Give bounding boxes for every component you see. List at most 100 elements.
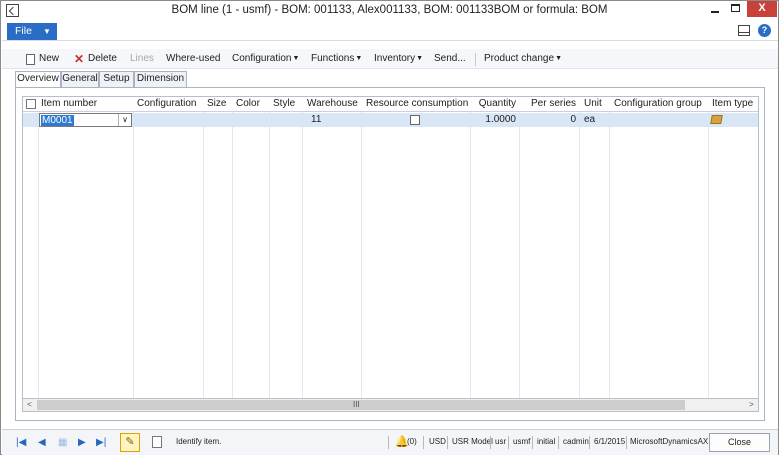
minimize-button[interactable] [704,1,726,17]
item-type-icon [710,115,723,124]
notification-count[interactable]: (0) [407,437,417,446]
scroll-right-icon[interactable]: > [745,399,758,411]
horizontal-scrollbar[interactable]: < III > [22,398,759,412]
model-indicator[interactable]: USR Model [452,437,493,446]
delete-button[interactable]: Delete [88,53,117,64]
column-header-quantity[interactable]: Quantity [471,98,516,109]
column-divider [609,97,610,399]
send-button[interactable]: Send... [434,53,466,64]
functions-menu-label: Functions [311,53,355,64]
close-button[interactable]: Close [709,433,770,452]
column-divider [232,97,233,399]
file-menu-label: File [15,25,32,37]
column-divider [361,97,362,399]
last-record-icon[interactable]: ▶| [96,437,106,448]
column-header-color[interactable]: Color [236,98,260,109]
column-header-per-series[interactable]: Per series [520,98,576,109]
new-button[interactable]: New [39,53,59,64]
column-header-item-number[interactable]: Item number [41,98,97,109]
tab-overview[interactable]: Overview [15,71,61,88]
status-bar: |◀ ◀ ▦ ▶ ▶| ✎ Identify item. 🔔 (0) USD U… [2,429,778,455]
column-header-size[interactable]: Size [207,98,226,109]
pencil-icon: ✎ [125,436,135,448]
chevron-down-icon: ▼ [416,55,424,62]
product-change-menu[interactable]: Product change▼ [484,53,562,64]
functions-menu[interactable]: Functions▼ [311,53,362,64]
first-record-icon[interactable]: |◀ [16,437,26,448]
edit-mode-button[interactable]: ✎ [120,433,140,452]
new-icon [26,54,35,65]
column-header-warehouse[interactable]: Warehouse [307,98,358,109]
next-record-icon[interactable]: ▶ [78,437,86,448]
status-divider [447,436,448,449]
status-divider [490,436,491,449]
file-menu-button[interactable]: File ▼ [7,23,57,40]
bom-line-window: BOM line (1 - usmf) - BOM: 001133, Alex0… [0,0,779,455]
layer-indicator[interactable]: usr [495,437,506,446]
tab-setup[interactable]: Setup [99,71,134,87]
chevron-down-icon: ▼ [555,55,562,62]
unit-cell[interactable]: ea [584,114,595,125]
document-icon[interactable] [152,436,162,448]
records-icon[interactable]: ▦ [58,437,67,448]
maximize-button[interactable] [725,1,747,17]
status-help-text: Identify item. [176,437,222,446]
scrollbar-thumb[interactable]: III [37,400,685,410]
tab-dimension[interactable]: Dimension [134,71,187,87]
title-bar: BOM line (1 - usmf) - BOM: 001133, Alex0… [1,1,778,21]
product-change-menu-label: Product change [484,53,555,64]
session-date[interactable]: 6/1/2015 [594,437,625,446]
currency-indicator[interactable]: USD [429,437,446,446]
column-divider [302,97,303,399]
scroll-left-icon[interactable]: < [23,399,36,411]
column-divider [579,97,580,399]
action-divider [475,53,476,66]
help-icon[interactable]: ? [758,24,771,37]
where-used-button[interactable]: Where-used [166,53,220,64]
column-divider [519,97,520,399]
quantity-cell[interactable]: 1.0000 [471,114,516,125]
configuration-menu-label: Configuration [232,53,292,64]
bom-lines-grid[interactable]: Item number Configuration Size Color Sty… [22,96,759,400]
table-row[interactable]: M0001 ∨ 11 1.0000 0 ea [23,113,758,127]
configuration-menu[interactable]: Configuration▼ [232,53,299,64]
chevron-down-icon: ▼ [292,55,300,62]
column-divider [38,97,39,399]
status-divider [626,436,627,449]
chevron-down-icon[interactable]: ∨ [118,114,131,126]
layout-icon[interactable] [738,25,750,36]
partition-indicator[interactable]: initial [537,437,555,446]
minimize-icon [711,11,719,13]
application-indicator[interactable]: MicrosoftDynamicsAX [630,437,708,446]
select-all-checkbox[interactable] [26,99,36,109]
user-indicator[interactable]: cadmin [563,437,589,446]
resource-consumption-checkbox[interactable] [410,115,420,125]
status-divider [388,436,389,449]
warehouse-cell[interactable]: 11 [311,114,321,125]
column-divider [470,97,471,399]
column-header-unit[interactable]: Unit [584,98,602,109]
overview-panel: Item number Configuration Size Color Sty… [15,87,765,421]
column-divider [708,97,709,399]
status-divider [589,436,590,449]
column-header-item-type[interactable]: Item type [712,98,753,109]
column-header-style[interactable]: Style [273,98,295,109]
column-header-configuration[interactable]: Configuration [137,98,196,109]
grid-header: Item number Configuration Size Color Sty… [23,97,758,112]
per-series-cell[interactable]: 0 [520,114,576,125]
chevron-down-icon: ▼ [43,27,51,36]
column-header-resource-consumption[interactable]: Resource consumption [366,98,468,109]
column-header-configuration-group[interactable]: Configuration group [614,98,702,109]
company-indicator[interactable]: usmf [513,437,530,446]
lines-button[interactable]: Lines [130,53,154,64]
status-divider [532,436,533,449]
tab-general[interactable]: General [61,71,99,87]
item-number-value: M0001 [41,115,74,126]
window-close-button[interactable]: X [747,1,777,17]
action-pane: New ✕ Delete Lines Where-used Configurat… [2,49,778,69]
item-number-field[interactable]: M0001 ∨ [39,113,132,127]
chevron-down-icon: ▼ [355,55,363,62]
previous-record-icon[interactable]: ◀ [38,437,46,448]
inventory-menu[interactable]: Inventory▼ [374,53,423,64]
column-divider [269,97,270,399]
